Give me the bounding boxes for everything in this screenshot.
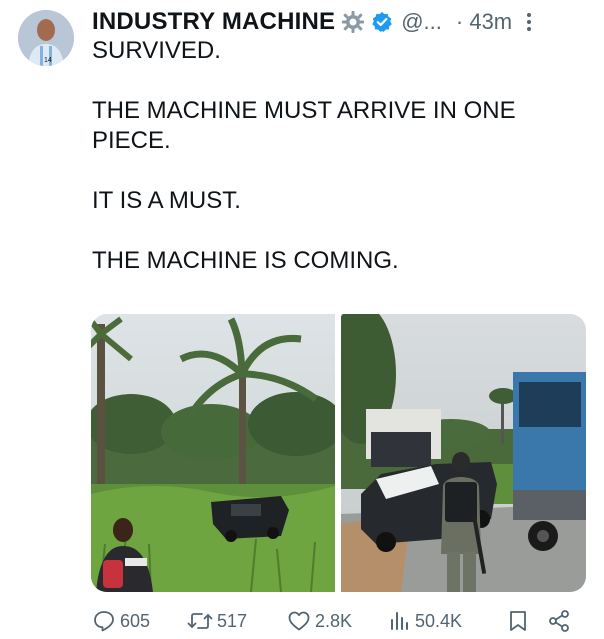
tweet-header: INDUSTRY MACHINE @... · 43m — [92, 6, 594, 38]
views-button[interactable]: 50.4K — [387, 609, 507, 633]
like-button[interactable]: 2.8K — [287, 609, 387, 633]
author-name[interactable]: INDUSTRY MACHINE — [92, 8, 335, 36]
tweet-blank-line — [92, 156, 582, 186]
tweet-line: THE MACHINE IS COMING. — [92, 247, 399, 274]
repost-icon — [187, 609, 213, 633]
like-count: 2.8K — [315, 610, 353, 631]
wrecked-car-truck-photo[interactable] — [341, 314, 586, 592]
avatar-jersey-number: 14 — [44, 57, 52, 64]
comment-icon — [92, 609, 116, 633]
tweet-timestamp[interactable]: · 43m — [456, 9, 512, 35]
bookmark-button[interactable] — [507, 609, 547, 633]
more-dots-icon[interactable] — [526, 12, 532, 32]
tweet-line: IT IS A MUST. — [92, 187, 241, 214]
views-icon — [387, 609, 411, 633]
author-handle[interactable]: @... — [401, 9, 442, 35]
avatar[interactable]: 14 — [18, 10, 74, 66]
repost-count: 517 — [217, 610, 248, 631]
reply-button[interactable]: 605 — [92, 609, 187, 633]
tweet-media[interactable] — [91, 314, 586, 592]
bookmark-icon — [507, 609, 529, 633]
gear-icon — [341, 10, 365, 34]
crashed-car-bush-photo[interactable] — [91, 314, 335, 592]
repost-button[interactable]: 517 — [187, 609, 287, 633]
tweet-line: THE MACHINE MUST ARRIVE IN ONE PIECE. — [92, 97, 516, 154]
tweet-line: SURVIVED. — [92, 37, 221, 64]
views-count: 50.4K — [415, 610, 463, 631]
share-button[interactable] — [547, 609, 577, 633]
heart-icon — [287, 609, 311, 633]
tweet-text: SURVIVED. THE MACHINE MUST ARRIVE IN ONE… — [92, 36, 582, 276]
share-icon — [547, 609, 571, 633]
tweet-blank-line — [92, 216, 582, 246]
verified-check-icon — [371, 11, 393, 33]
tweet-actions: 605 517 2.8K 50.4K — [92, 607, 582, 635]
tweet-blank-line — [92, 66, 582, 96]
reply-count: 605 — [120, 610, 151, 631]
